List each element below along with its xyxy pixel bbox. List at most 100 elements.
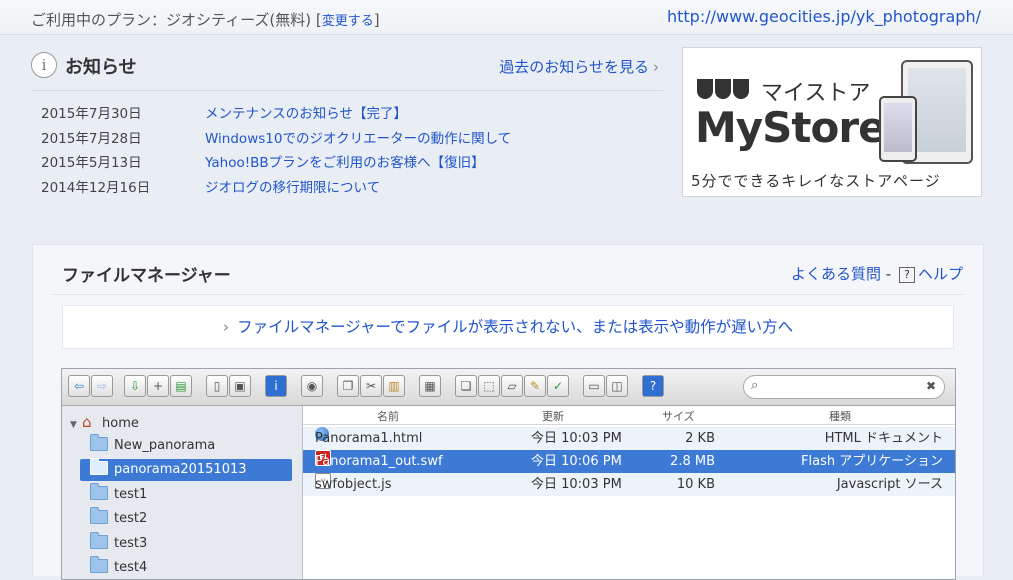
columns-view-icon[interactable]: ◫ <box>606 375 628 397</box>
file-list-header: 名前 更新 サイズ 種類 <box>303 406 955 425</box>
cut-icon[interactable]: ✂ <box>360 375 382 397</box>
tree-item-folder-selected[interactable]: panorama20151013 <box>80 458 292 481</box>
file-size: 2.8 MB <box>670 454 715 469</box>
file-list: 名前 更新 サイズ 種類 Panorama1.html 今日 10:03 PM … <box>303 406 955 579</box>
file-manager-window: ⇦ ⇨ ⇩ + ▤ ▯ ▣ i ◉ ❐ ✂ ▥ ▦ ❏ ⬚ ▱ ✎ ✓ ▭ ◫ … <box>61 368 956 580</box>
column-modified[interactable]: 更新 <box>542 408 564 424</box>
news-section: i お知らせ 過去のお知らせを見る › 2015年7月30日 メンテナンスのお知らせ… <box>31 48 663 198</box>
folder-icon <box>90 556 108 573</box>
folder-icon <box>90 532 108 549</box>
new-file-icon[interactable]: + <box>147 375 169 397</box>
news-date: 2015年7月30日 <box>41 106 142 122</box>
checklist-icon[interactable]: ✓ <box>547 375 569 397</box>
banner-tagline: 5分でできるキレイなストアページ <box>691 172 941 190</box>
news-item: 2015年7月28日 Windows10でのジオクリエーターの動作に関して <box>41 127 511 152</box>
store-awning-icon <box>697 79 753 103</box>
help-icon[interactable]: ? <box>642 375 664 397</box>
change-plan-link[interactable]: 変更する <box>322 14 374 29</box>
folder-icon <box>90 507 108 524</box>
column-size[interactable]: サイズ <box>662 408 695 424</box>
rename-icon[interactable]: ▱ <box>501 375 523 397</box>
tree-item-home[interactable]: ▼ ⌂ home <box>70 411 139 433</box>
slow-display-notice[interactable]: › ファイルマネージャーでファイルが表示されない、または表示や動作が遅い方へ <box>62 305 954 349</box>
clipboard-icon[interactable]: ▥ <box>383 375 405 397</box>
banner-logo: MyStore <box>695 103 887 152</box>
tree-item-folder[interactable]: New_panorama <box>90 434 290 457</box>
file-modified: 今日 10:06 PM <box>531 454 622 469</box>
file-size: 2 KB <box>685 431 715 446</box>
file-modified: 今日 10:03 PM <box>531 477 622 492</box>
view-icon[interactable]: ◉ <box>301 375 323 397</box>
pages-icon[interactable]: ❏ <box>455 375 477 397</box>
divider <box>53 294 963 295</box>
folder-icon <box>90 483 108 500</box>
tree-item-folder[interactable]: test2 <box>90 507 147 530</box>
news-link[interactable]: メンテナンスのお知らせ【完了】 <box>205 106 407 122</box>
select-icon[interactable]: ⬚ <box>478 375 500 397</box>
column-kind[interactable]: 種類 <box>829 408 851 424</box>
table-row-selected[interactable]: Fl Panorama1_out.swf 今日 10:06 PM 2.8 MB F… <box>303 450 955 473</box>
table-row[interactable]: ‹› swfobject.js 今日 10:03 PM 10 KB Javascr… <box>303 473 955 496</box>
news-item: 2014年12月16日 ジオログの移行期限について <box>41 176 511 201</box>
plan-bar: ご利用中のプラン：ジオシティーズ(無料) [変更する] http://www.g… <box>0 0 1013 35</box>
file-manager-title: ファイルマネージャー <box>62 266 231 286</box>
phone-icon <box>879 96 917 162</box>
news-item: 2015年5月13日 Yahoo!BBプランをご利用のお客様へ【復旧】 <box>41 151 511 176</box>
file-modified: 今日 10:03 PM <box>531 431 622 446</box>
file-size: 10 KB <box>676 477 715 492</box>
tree-item-folder[interactable]: test4 <box>90 556 147 579</box>
table-row[interactable]: Panorama1.html 今日 10:03 PM 2 KB HTML ドキュ… <box>303 427 955 450</box>
back-icon[interactable]: ⇦ <box>68 375 90 397</box>
file-manager-card: ファイルマネージャー よくある質問 - ? ヘルプ › ファイルマネージャーでファイ… <box>32 244 984 580</box>
past-news-link[interactable]: 過去のお知らせを見る › <box>499 56 659 77</box>
news-header: i お知らせ 過去のお知らせを見る › <box>31 48 663 91</box>
copy-icon[interactable]: ▯ <box>206 375 228 397</box>
home-icon: ⌂ <box>82 413 92 431</box>
tree-item-folder[interactable]: test1 <box>90 483 147 506</box>
archive-icon[interactable]: ▦ <box>419 375 441 397</box>
news-title: お知らせ <box>65 57 137 78</box>
news-date: 2014年12月16日 <box>41 179 151 196</box>
info-icon[interactable]: i <box>265 375 287 397</box>
upload-icon[interactable]: ⇩ <box>124 375 146 397</box>
grid-view-icon[interactable]: ▭ <box>583 375 605 397</box>
file-kind: HTML ドキュメント <box>824 431 943 446</box>
separator: - <box>885 265 892 283</box>
paste-icon[interactable]: ▣ <box>229 375 251 397</box>
news-link[interactable]: Windows10でのジオクリエーターの動作に関して <box>205 131 511 147</box>
info-icon: i <box>31 52 57 78</box>
news-list: 2015年7月30日 メンテナンスのお知らせ【完了】 2015年7月28日 Wind… <box>41 102 511 200</box>
duplicate-icon[interactable]: ❐ <box>337 375 359 397</box>
news-date: 2015年7月28日 <box>41 130 142 147</box>
faq-link[interactable]: よくある質問 <box>791 265 881 283</box>
toolbar: ⇦ ⇨ ⇩ + ▤ ▯ ▣ i ◉ ❐ ✂ ▥ ▦ ❏ ⬚ ▱ ✎ ✓ ▭ ◫ … <box>62 369 955 406</box>
chevron-right-icon: › <box>653 58 659 76</box>
edit-icon[interactable]: ✎ <box>524 375 546 397</box>
plan-label: ご利用中のプラン：ジオシティーズ(無料) <box>31 11 312 29</box>
help-icon: ? <box>898 267 915 283</box>
clear-icon[interactable]: ✖ <box>926 379 936 393</box>
column-name[interactable]: 名前 <box>377 408 399 424</box>
search-icon: ⌕ <box>751 378 759 393</box>
file-kind: Javascript ソース <box>836 477 943 492</box>
tree-item-folder[interactable]: test3 <box>90 532 147 555</box>
disclosure-triangle-icon[interactable]: ▼ <box>70 414 82 436</box>
search-input[interactable] <box>768 378 922 396</box>
search-box[interactable]: ⌕ ✖ <box>743 375 945 399</box>
site-url-link[interactable]: http://www.geocities.jp/yk_photograph/ <box>667 7 981 26</box>
plan-info: ご利用中のプラン：ジオシティーズ(無料) [変更する] <box>31 11 380 29</box>
news-link[interactable]: ジオログの移行期限について <box>205 180 380 196</box>
help-link[interactable]: ヘルプ <box>918 265 963 283</box>
file-kind: Flash アプリケーション <box>801 454 943 469</box>
save-icon[interactable]: ▤ <box>170 375 192 397</box>
news-item: 2015年7月30日 メンテナンスのお知らせ【完了】 <box>41 102 511 127</box>
forward-icon[interactable]: ⇨ <box>91 375 113 397</box>
folder-tree: ▼ ⌂ home New_panorama panorama20151013 tes… <box>62 406 303 579</box>
news-link[interactable]: Yahoo!BBプランをご利用のお客様へ【復旧】 <box>205 155 485 171</box>
folder-icon <box>90 458 108 475</box>
help-links: よくある質問 - ? ヘルプ <box>791 263 963 284</box>
mystore-banner[interactable]: マイストア MyStore 5分でできるキレイなストアページ <box>682 47 982 197</box>
news-date: 2015年5月13日 <box>41 155 142 171</box>
folder-icon <box>90 434 108 451</box>
chevron-right-icon: › <box>222 318 230 336</box>
